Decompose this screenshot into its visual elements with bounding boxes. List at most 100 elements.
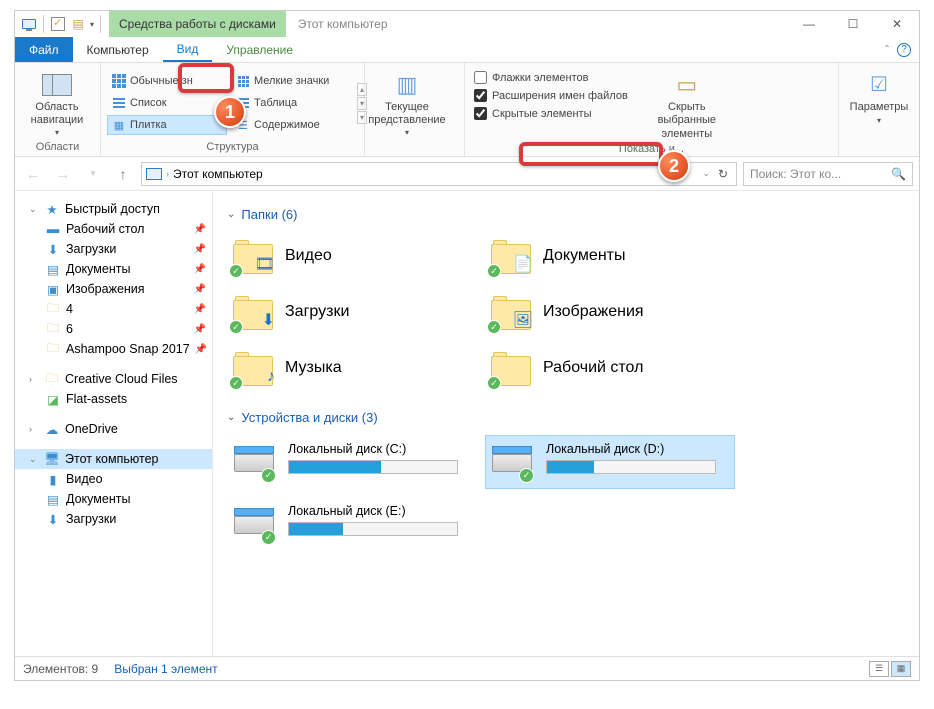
- sidebar-quick-access[interactable]: ⌄★Быстрый доступ: [15, 199, 212, 219]
- folder-item[interactable]: ✓ 🎞 Видео: [227, 232, 477, 280]
- layout-content[interactable]: ☰Содержимое: [231, 115, 351, 135]
- chevron-down-icon: ⌄: [227, 209, 235, 220]
- maximize-button[interactable]: ☐: [831, 11, 875, 37]
- refresh-button[interactable]: ↻: [714, 167, 732, 181]
- check-hidden-items[interactable]: Скрытые элементы: [471, 106, 631, 121]
- layout-list[interactable]: Список: [107, 93, 227, 113]
- qat-newfolder-icon[interactable]: ▤: [70, 16, 86, 32]
- pin-icon: 📌: [194, 324, 206, 335]
- folder-label: Изображения: [543, 303, 644, 321]
- check-item-checkboxes[interactable]: Флажки элементов: [471, 70, 631, 85]
- drive-icon: ✓: [492, 442, 536, 482]
- chevron-down-icon: ⌄: [227, 412, 235, 423]
- options-label: Параметры: [850, 101, 909, 114]
- quick-access-toolbar: ▤ ▾: [15, 11, 109, 37]
- address-field[interactable]: › Этот компьютер ⌄ ↻: [141, 162, 737, 186]
- folder-icon: ✓ 📄: [489, 236, 533, 276]
- layout-tiles[interactable]: ▦Плитка: [107, 115, 227, 135]
- sidebar-this-pc[interactable]: ⌄🖥Этот компьютер: [15, 449, 212, 469]
- address-dropdown-icon[interactable]: ⌄: [702, 168, 710, 179]
- group-label-areas: Области: [21, 139, 94, 156]
- drive-item[interactable]: ✓ Локальный диск (C:): [227, 435, 477, 489]
- titlebar: ▤ ▾ Средства работы с дисками Этот компь…: [15, 11, 919, 37]
- folder-item[interactable]: ✓ Рабочий стол: [485, 344, 735, 392]
- sidebar-downloads[interactable]: ⬇Загрузки📌: [15, 239, 212, 259]
- contextual-tab-drive-tools[interactable]: Средства работы с дисками: [109, 11, 286, 37]
- breadcrumb-this-pc[interactable]: Этот компьютер: [173, 167, 263, 181]
- drive-item[interactable]: ✓ Локальный диск (D:): [485, 435, 735, 489]
- folder-icon: ✓ 🎞: [231, 236, 275, 276]
- pin-icon: 📌: [194, 224, 206, 235]
- sidebar-creative-cloud[interactable]: ›🗀Creative Cloud Files: [15, 369, 212, 389]
- sidebar-documents[interactable]: ▤Документы📌: [15, 259, 212, 279]
- group-header-drives[interactable]: ⌄ Устройства и диски (3): [227, 410, 905, 425]
- search-input[interactable]: Поиск: Этот ко... 🔍: [743, 162, 913, 186]
- sidebar-ashampoo[interactable]: 🗀Ashampoo Snap 2017📌: [15, 339, 212, 359]
- folder-label: Документы: [543, 247, 625, 265]
- sidebar-videos[interactable]: ▮Видео: [15, 469, 212, 489]
- drive-usage-bar: [288, 522, 458, 536]
- folder-icon: ✓ 🖼: [489, 292, 533, 332]
- folder-item[interactable]: ✓ 📄 Документы: [485, 232, 735, 280]
- tab-computer[interactable]: Компьютер: [73, 37, 163, 62]
- sidebar-desktop[interactable]: ▬Рабочий стол📌: [15, 219, 212, 239]
- navigation-pane-button[interactable]: Область навигации ▾: [21, 67, 93, 137]
- layout-medium-icons[interactable]: Обычные зн: [107, 71, 227, 91]
- checkbox-item-checkboxes[interactable]: [474, 71, 487, 84]
- minimize-button[interactable]: —: [787, 11, 831, 37]
- layout-gallery[interactable]: Обычные зн Мелкие значки Список Таблица …: [107, 71, 351, 135]
- tab-manage[interactable]: Управление: [212, 37, 307, 62]
- current-view-button[interactable]: ▥ Текущее представление ▾: [371, 67, 443, 137]
- sidebar-flat-assets[interactable]: ◪Flat-assets: [15, 389, 212, 409]
- folder-item[interactable]: ✓ 🖼 Изображения: [485, 288, 735, 336]
- qat-customize-dropdown[interactable]: ▾: [90, 20, 94, 29]
- hide-selected-button[interactable]: ▭ Скрыть выбранные элементы: [641, 67, 733, 141]
- sidebar-folder-4[interactable]: 🗀4📌: [15, 299, 212, 319]
- ribbon-tabs: Файл Компьютер Вид Управление ˆ ?: [15, 37, 919, 63]
- drive-icon: ✓: [234, 504, 278, 544]
- folder-label: Видео: [285, 247, 332, 265]
- navigation-pane[interactable]: ⌄★Быстрый доступ ▬Рабочий стол📌 ⬇Загрузк…: [15, 191, 213, 656]
- layout-details[interactable]: Таблица: [231, 93, 351, 113]
- help-icon[interactable]: ?: [897, 43, 911, 57]
- qat-properties-icon[interactable]: [50, 16, 66, 32]
- nav-forward-button[interactable]: →: [51, 162, 75, 186]
- pin-icon: 📌: [194, 244, 206, 255]
- dropdown-chevron-icon: ▾: [405, 128, 409, 137]
- drive-icon: ✓: [234, 442, 278, 482]
- ribbon-collapse-icon[interactable]: ˆ: [885, 43, 889, 57]
- drive-label: Локальный диск (D:): [546, 442, 728, 456]
- nav-history-dropdown[interactable]: ▾: [81, 162, 105, 186]
- sidebar-documents2[interactable]: ▤Документы: [15, 489, 212, 509]
- tab-file[interactable]: Файл: [15, 37, 73, 62]
- view-details-icon[interactable]: ☰: [869, 661, 889, 677]
- system-menu-icon[interactable]: [21, 16, 37, 32]
- nav-back-button[interactable]: ←: [21, 162, 45, 186]
- ribbon: Область навигации ▾ Области Обычные зн М…: [15, 63, 919, 157]
- checkbox-file-extensions[interactable]: [474, 89, 487, 102]
- content-pane[interactable]: ⌄ Папки (6) ✓ 🎞 Видео ✓ 📄 Документы ✓ ⬇ …: [213, 191, 919, 656]
- view-large-icons-icon[interactable]: ▦: [891, 661, 911, 677]
- pin-icon: 📌: [194, 304, 206, 315]
- sidebar-pictures[interactable]: ▣Изображения📌: [15, 279, 212, 299]
- sidebar-onedrive[interactable]: ›☁OneDrive: [15, 419, 212, 439]
- folder-icon: ✓ ⬇: [231, 292, 275, 332]
- group-header-folders[interactable]: ⌄ Папки (6): [227, 207, 905, 222]
- drive-usage-bar: [288, 460, 458, 474]
- drive-label: Локальный диск (C:): [288, 442, 470, 456]
- layout-small-icons[interactable]: Мелкие значки: [231, 71, 351, 91]
- folder-item[interactable]: ✓ ♪ Музыка: [227, 344, 477, 392]
- folder-icon: ✓ ♪: [231, 348, 275, 388]
- check-file-extensions[interactable]: Расширения имен файлов: [471, 88, 631, 103]
- drive-item[interactable]: ✓ Локальный диск (E:): [227, 497, 477, 551]
- tab-view[interactable]: Вид: [163, 37, 213, 62]
- options-button[interactable]: ☑ Параметры ▾: [845, 67, 913, 125]
- folder-item[interactable]: ✓ ⬇ Загрузки: [227, 288, 477, 336]
- sidebar-folder-6[interactable]: 🗀6📌: [15, 319, 212, 339]
- folder-label: Музыка: [285, 359, 342, 377]
- close-button[interactable]: ✕: [875, 11, 919, 37]
- checkbox-hidden-items[interactable]: [474, 107, 487, 120]
- sidebar-downloads2[interactable]: ⬇Загрузки: [15, 509, 212, 529]
- nav-up-button[interactable]: ↑: [111, 162, 135, 186]
- pin-icon: 📌: [194, 284, 206, 295]
